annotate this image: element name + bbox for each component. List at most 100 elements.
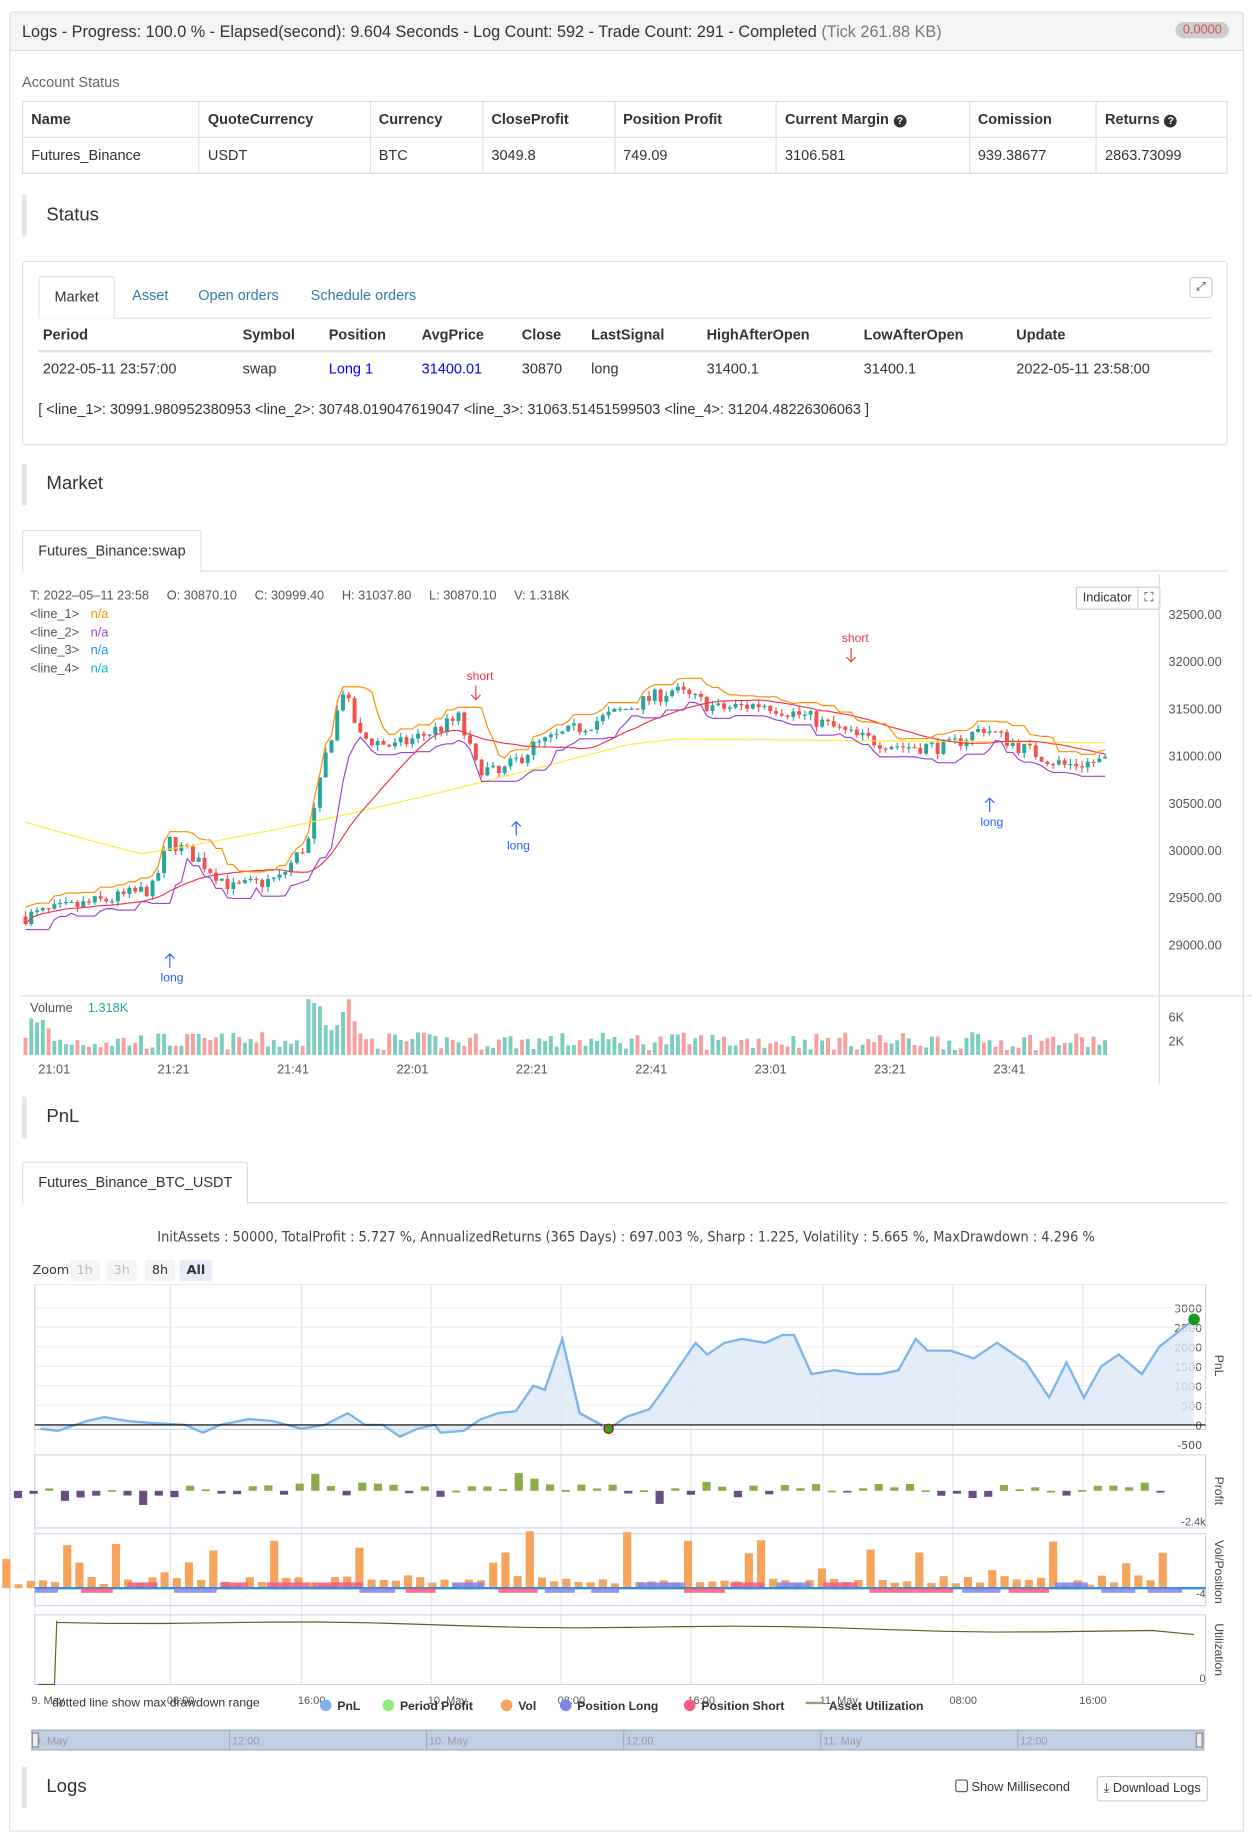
- tab-open-orders[interactable]: Open orders: [183, 276, 294, 317]
- volume-bar: [883, 1042, 888, 1055]
- table-cell[interactable]: Long 1: [324, 351, 417, 383]
- tab-asset[interactable]: Asset: [117, 276, 183, 317]
- volume-bar: [1091, 1036, 1096, 1055]
- volume-bar: [502, 1037, 507, 1055]
- volume-bar: [260, 1032, 265, 1055]
- vol-bar: [1122, 1563, 1131, 1589]
- navigator-right-handle[interactable]: [1195, 1732, 1203, 1748]
- legend-item[interactable]: Position Long: [577, 1699, 658, 1713]
- table-cell[interactable]: 31400.01: [417, 351, 517, 383]
- candle: [583, 730, 588, 733]
- progress-text: Logs - Progress: 100.0 % - Elapsed(secon…: [22, 22, 817, 41]
- profit-bar: [921, 1490, 930, 1493]
- profit-bar: [1078, 1490, 1087, 1492]
- volume-bar: [225, 1049, 230, 1055]
- legend-item[interactable]: PnL: [337, 1699, 361, 1713]
- position-block: [869, 1588, 916, 1593]
- profit-bar: [655, 1490, 664, 1504]
- position-block: [683, 1588, 725, 1593]
- status-table: Period Symbol Position AvgPrice Close LastSig…: [38, 318, 1212, 384]
- help-icon[interactable]: ?: [893, 114, 907, 128]
- candle: [768, 705, 773, 712]
- navigator-tick: 11. May: [823, 1736, 862, 1748]
- volume-bar: [323, 1025, 328, 1055]
- long-signal-label: long: [980, 815, 1003, 829]
- candlestick-chart[interactable]: 32500.00 32000.00 31500.00 31000.00 30500.00…: [0, 573, 1252, 1084]
- navigator-tick: 9. May: [35, 1736, 69, 1748]
- vol-bar: [63, 1545, 72, 1589]
- candle: [953, 738, 957, 740]
- profit-bar: [279, 1490, 289, 1495]
- download-logs-button[interactable]: ⤓ Download Logs: [1096, 1775, 1208, 1802]
- vol-bar: [1000, 1576, 1009, 1589]
- candle: [502, 766, 507, 773]
- candle: [750, 704, 755, 709]
- volume-bar: [912, 1044, 917, 1055]
- candle: [658, 689, 663, 702]
- legend-item[interactable]: Position Short: [701, 1699, 784, 1713]
- profit-bar: [154, 1490, 163, 1496]
- long-signal-label: long: [507, 839, 530, 853]
- candle: [693, 693, 698, 696]
- volume-bar: [779, 1044, 784, 1055]
- volume-bar: [929, 1036, 934, 1055]
- volume-bar: [710, 1034, 715, 1055]
- candle: [612, 708, 617, 712]
- candle: [306, 838, 311, 854]
- navigator-left-handle[interactable]: [31, 1732, 39, 1748]
- tab-schedule-orders[interactable]: Schedule orders: [296, 276, 432, 317]
- volume-bar: [802, 1039, 807, 1055]
- expand-icon[interactable]: ⤢: [1189, 277, 1213, 298]
- volume-bar: [294, 1040, 299, 1055]
- column-header: Position Profit: [613, 100, 777, 138]
- candle: [854, 729, 859, 736]
- help-icon[interactable]: ?: [1164, 114, 1178, 128]
- volume-bar: [185, 1034, 190, 1055]
- volume-bar: [439, 1048, 444, 1055]
- volume-bar: [81, 1045, 86, 1055]
- profit-bar: [624, 1490, 633, 1494]
- candle: [104, 898, 109, 902]
- zoom-8h-button[interactable]: 8h: [144, 1260, 176, 1281]
- candle: [271, 877, 276, 880]
- chart-pane: [34, 1454, 1207, 1529]
- tab-futures-binance-swap[interactable]: Futures_Binance:swap: [22, 529, 202, 573]
- zoom-all-button[interactable]: All: [179, 1260, 213, 1281]
- legend-item[interactable]: Period Profit: [400, 1699, 473, 1713]
- candle: [756, 704, 761, 708]
- zoom-1h-button[interactable]: 1h: [69, 1260, 100, 1281]
- profit-bar: [796, 1488, 805, 1491]
- candle: [416, 733, 421, 739]
- axis-title: Vol/Position: [1212, 1540, 1226, 1604]
- volume-bar: [525, 1038, 530, 1055]
- vol-bar: [939, 1576, 948, 1589]
- legend-item[interactable]: Vol: [518, 1699, 536, 1713]
- zoom-3h-button[interactable]: 3h: [106, 1260, 137, 1281]
- navigator-scrollbar[interactable]: 9. May 12:00 10. May 12:00 11. May 12:00: [31, 1729, 1205, 1751]
- legend-item[interactable]: Asset Utilization: [829, 1699, 924, 1713]
- candle: [1091, 761, 1096, 763]
- volume-bar: [444, 1037, 449, 1055]
- volume-value: 1.318K: [87, 1001, 129, 1016]
- profit-bar: [358, 1482, 367, 1491]
- vol-bar: [270, 1540, 279, 1589]
- column-header: AvgPrice: [417, 318, 518, 353]
- tab-futures-binance-btc-usdt[interactable]: Futures_Binance_BTC_USDT: [22, 1161, 249, 1205]
- profit-bar: [827, 1490, 836, 1493]
- candle: [762, 705, 767, 708]
- pnl-tick: 3000: [1174, 1302, 1202, 1315]
- checkbox-icon[interactable]: [955, 1779, 968, 1793]
- tab-market[interactable]: Market: [38, 275, 116, 319]
- show-millisecond-checkbox[interactable]: Show Millisecond: [955, 1779, 1070, 1795]
- vol-bar: [1049, 1541, 1058, 1589]
- profit-bar: [639, 1490, 649, 1493]
- profit-bar: [749, 1485, 758, 1491]
- pnl-chart[interactable]: 300025002000150010005000-500-2.4k-40PnLP…: [0, 1284, 1252, 1725]
- logs-header: Logs - Progress: 100.0 % - Elapsed(secon…: [9, 11, 1244, 52]
- volume-bar: [687, 1044, 692, 1055]
- volume-bar: [987, 1040, 992, 1055]
- volume-bar: [219, 1033, 224, 1055]
- volume-bar: [901, 1033, 905, 1055]
- profit-bar: [874, 1484, 883, 1491]
- volume-bar: [860, 1044, 865, 1055]
